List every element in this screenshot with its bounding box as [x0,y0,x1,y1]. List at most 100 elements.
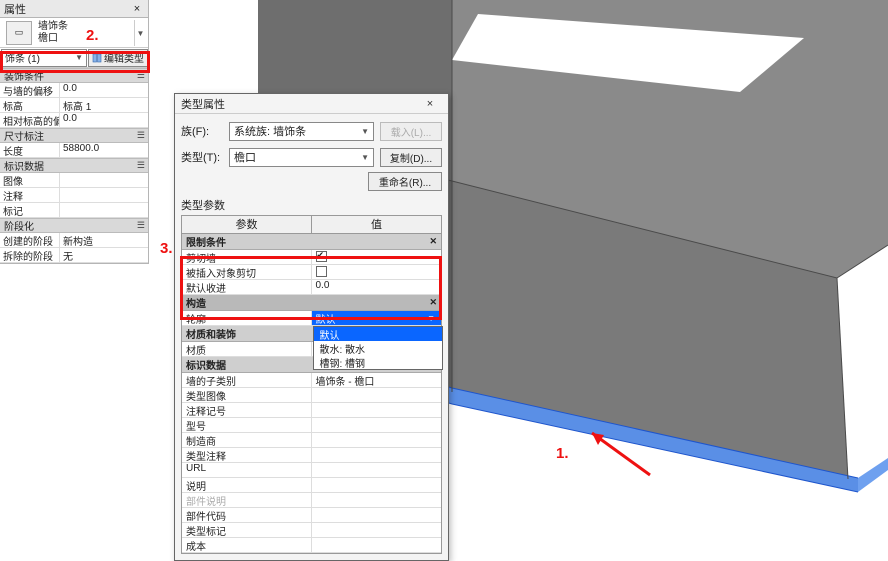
type-param-value[interactable] [312,265,442,279]
param-row[interactable]: 长度58800.0 [0,143,148,158]
type-param-value[interactable] [312,433,442,447]
param-row[interactable]: 标记 [0,203,148,218]
type-param-value[interactable] [312,508,442,522]
param-name: 拆除的阶段 [0,248,60,262]
param-group-header[interactable]: 装饰条件☰ [0,68,148,83]
type-param-value[interactable] [312,478,442,492]
param-row[interactable]: 创建的阶段新构造 [0,233,148,248]
param-value[interactable]: 0.0 [60,83,148,97]
param-value[interactable]: 58800.0 [60,143,148,157]
type-param-value[interactable] [312,403,442,417]
type-param-row[interactable]: 说明 [182,478,441,493]
type-param-row[interactable]: 墙的子类别墙饰条 - 檐口 [182,373,441,388]
properties-titlebar[interactable]: 属性 × [0,0,148,18]
type-param-row[interactable]: 制造商 [182,433,441,448]
type-param-row[interactable]: 部件说明 [182,493,441,508]
param-value[interactable] [60,188,148,202]
type-param-value[interactable] [312,463,442,477]
type-param-name: 部件代码 [182,508,312,522]
checkbox[interactable] [316,266,327,277]
param-value[interactable] [60,203,148,217]
type-param-name: 剪切墙 [182,250,312,264]
dropdown-option[interactable]: 槽钢: 槽钢 [314,355,442,369]
param-row[interactable]: 与墙的偏移0.0 [0,83,148,98]
type-param-name: 被插入对象剪切 [182,265,312,279]
dialog-close-button[interactable]: × [418,96,442,112]
type-param-value[interactable] [312,448,442,462]
param-row[interactable]: 相对标高的偏移0.0 [0,113,148,128]
type-param-value[interactable]: 默认▼ [312,311,442,325]
type-param-row[interactable]: 默认收进0.0 [182,280,441,295]
properties-close-icon[interactable]: × [130,3,144,15]
type-param-value[interactable] [312,250,442,264]
type-param-group[interactable]: 构造✕ [182,295,441,311]
param-group-header[interactable]: 标识数据☰ [0,158,148,173]
profile-dropdown-popup[interactable]: 默认散水: 散水槽钢: 槽钢 [313,326,443,370]
checkbox[interactable] [316,251,327,262]
param-value[interactable]: 0.0 [60,113,148,127]
type-param-name: 注释记号 [182,403,312,417]
instance-filter-dropdown[interactable]: 饰条 (1) ▼ [1,49,87,67]
type-thumb-icon: ▭ [6,21,32,45]
type-param-name: 默认收进 [182,280,312,294]
chevron-down-icon: ▼ [75,53,83,62]
type-param-value[interactable]: 0.0 [312,280,442,294]
param-value[interactable] [60,173,148,187]
type-param-row[interactable]: 类型注释 [182,448,441,463]
type-param-name: 类型注释 [182,448,312,462]
param-row[interactable]: 标高标高 1 [0,98,148,113]
dropdown-option[interactable]: 散水: 散水 [314,341,442,355]
param-group-header[interactable]: 阶段化☰ [0,218,148,233]
type-param-row[interactable]: URL [182,463,441,478]
type-param-row[interactable]: 注释记号 [182,403,441,418]
dialog-title: 类型属性 [181,96,225,112]
type-param-value[interactable] [312,523,442,537]
param-row[interactable]: 拆除的阶段无 [0,248,148,263]
param-name: 长度 [0,143,60,157]
type-param-name: URL [182,463,312,477]
type-selector-chevron-icon[interactable]: ▼ [134,20,146,46]
load-button[interactable]: 载入(L)... [380,122,442,141]
type-param-value[interactable]: 墙饰条 - 檐口 [312,373,442,387]
family-dropdown[interactable]: 系统族: 墙饰条 ▼ [229,122,374,141]
type-param-value[interactable] [312,493,442,507]
type-param-row[interactable]: 被插入对象剪切 [182,265,441,280]
type-params-grid[interactable]: 参数 值 限制条件✕剪切墙被插入对象剪切默认收进0.0构造✕轮廓默认▼材质和装饰… [181,215,442,554]
param-name: 相对标高的偏移 [0,113,60,127]
dropdown-option[interactable]: 默认 [314,327,442,341]
type-dropdown[interactable]: 檐口 ▼ [229,148,374,167]
expander-icon: ☰ [137,70,145,81]
rename-button[interactable]: 重命名(R)... [368,172,442,191]
type-param-value[interactable] [312,538,442,552]
param-row[interactable]: 注释 [0,188,148,203]
param-group-header[interactable]: 尺寸标注☰ [0,128,148,143]
param-value[interactable]: 新构造 [60,233,148,247]
duplicate-button[interactable]: 复制(D)... [380,148,442,167]
col-param: 参数 [182,216,312,233]
type-param-name: 部件说明 [182,493,312,507]
type-param-row[interactable]: 类型标记 [182,523,441,538]
type-param-row[interactable]: 型号 [182,418,441,433]
type-param-value[interactable] [312,418,442,432]
properties-title: 属性 [4,1,26,17]
type-selector[interactable]: ▭ 墙饰条 檐口 ▼ [0,18,148,48]
param-value[interactable]: 标高 1 [60,98,148,112]
type-params-label: 类型参数 [181,197,442,213]
type-param-row[interactable]: 成本 [182,538,441,553]
type-param-name: 类型图像 [182,388,312,402]
param-name: 创建的阶段 [0,233,60,247]
type-param-row[interactable]: 部件代码 [182,508,441,523]
param-value[interactable]: 无 [60,248,148,262]
type-param-row[interactable]: 轮廓默认▼ [182,311,441,326]
param-name: 与墙的偏移 [0,83,60,97]
type-param-name: 材质 [182,342,312,356]
edit-type-button[interactable]: 编辑类型 [88,49,148,67]
type-param-value[interactable] [312,388,442,402]
dialog-titlebar[interactable]: 类型属性 × [175,94,448,114]
properties-panel: 属性 × ▭ 墙饰条 檐口 ▼ 饰条 (1) ▼ 编辑类型 装饰条件☰与墙的偏移… [0,0,149,264]
param-row[interactable]: 图像 [0,173,148,188]
edit-type-icon [92,53,102,63]
type-param-row[interactable]: 剪切墙 [182,250,441,265]
type-param-group[interactable]: 限制条件✕ [182,234,441,250]
type-param-row[interactable]: 类型图像 [182,388,441,403]
